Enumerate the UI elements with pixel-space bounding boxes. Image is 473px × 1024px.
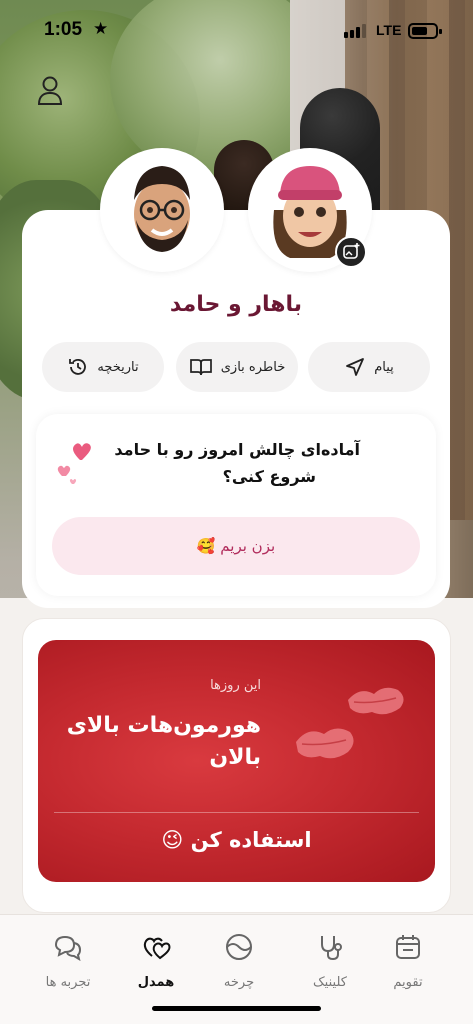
history-label: تاریخچه	[97, 359, 139, 375]
hearts-icon	[143, 937, 171, 960]
memory-game-button[interactable]: خاطره بازی	[176, 342, 298, 392]
lets-go-button[interactable]: بزن بریم 🥰	[52, 517, 420, 575]
calendar-icon	[396, 935, 420, 959]
lets-go-label: بزن بریم 🥰	[196, 537, 276, 555]
cycle-icon	[226, 934, 252, 960]
message-button[interactable]: پیام	[308, 342, 430, 392]
tab-experiences[interactable]: تجربه ها	[28, 931, 108, 990]
tab-hamdel[interactable]: همدل	[116, 931, 196, 990]
partner-avatar[interactable]	[100, 148, 224, 272]
book-icon	[189, 359, 212, 376]
couple-names: باهار و حامد	[169, 292, 303, 317]
history-button[interactable]: تاریخچه	[42, 342, 164, 392]
home-indicator[interactable]	[152, 1006, 321, 1011]
memory-game-label: خاطره بازی	[220, 359, 286, 375]
tab-clinic-label: کلینیک	[313, 975, 347, 990]
kiss-lips-icon	[296, 687, 404, 759]
challenge-line-1: آماده‌ای چالش امروز رو با حامد	[114, 440, 360, 459]
message-label: پیام	[374, 359, 394, 375]
hormone-eyebrow: این روزها	[210, 678, 261, 693]
tab-clinic[interactable]: کلینیک	[290, 931, 370, 990]
tab-cycle-label: چرخه	[223, 975, 255, 990]
add-photo-icon[interactable]	[335, 236, 367, 268]
use-button[interactable]: استفاده کن 😉	[38, 828, 435, 852]
status-bar: 1:05 ★ LTE	[0, 0, 473, 60]
hormone-divider	[54, 812, 419, 813]
star-icon: ★	[93, 19, 109, 39]
hearts-icon	[57, 443, 91, 484]
battery-icon	[408, 23, 442, 39]
challenge-line-2: شروع کنی؟	[222, 467, 316, 486]
stethoscope-icon	[321, 936, 342, 961]
chat-bubbles-icon	[54, 935, 82, 962]
tab-calendar-label: تقویم	[393, 975, 423, 990]
status-time: 1:05	[44, 19, 83, 40]
tab-experiences-label: تجربه ها	[45, 975, 91, 990]
daily-challenge-card: آماده‌ای چالش امروز رو با حامد شروع کنی؟…	[36, 414, 436, 596]
tab-calendar[interactable]: تقویم	[368, 931, 448, 990]
hormone-title: هورمون‌هات بالای بالان	[66, 713, 261, 770]
profile-icon[interactable]	[36, 74, 64, 106]
tab-hamdel-label: همدل	[137, 975, 175, 990]
send-icon	[346, 358, 365, 376]
network-label: LTE	[376, 22, 402, 38]
hormone-card[interactable]: این روزها هورمون‌هات بالای بالان استفاده…	[38, 640, 435, 882]
tab-cycle[interactable]: چرخه	[199, 931, 279, 990]
history-icon	[69, 359, 87, 375]
signal-icon	[344, 24, 366, 38]
